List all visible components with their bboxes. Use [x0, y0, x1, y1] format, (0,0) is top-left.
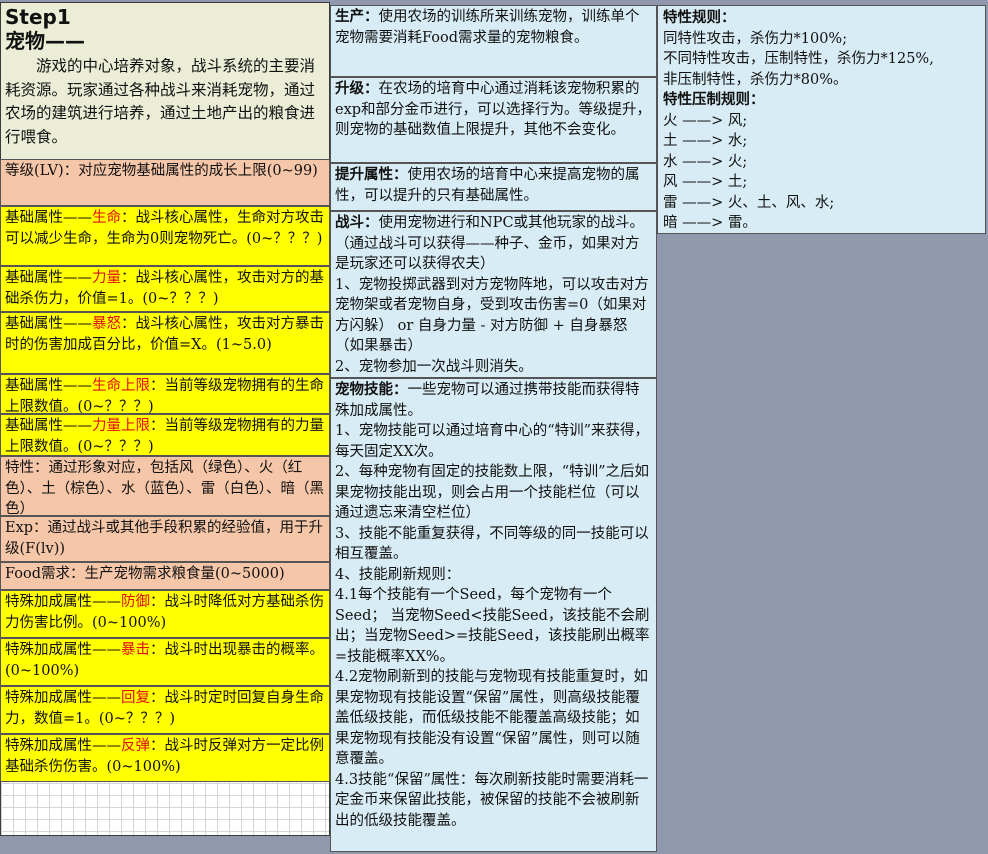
attribute-highlight: 暴怒 [92, 316, 121, 332]
attribute-highlight: 防御 [121, 594, 150, 610]
attribute-row: Exp：通过战斗或其他手段积累的经验值，用于升级(F(lv)) [0, 516, 330, 562]
attribute-row: 基础属性——生命上限：当前等级宠物拥有的生命上限数值。(0~？？？) [0, 374, 330, 414]
skill-block: 宠物技能：一些宠物可以通过携带技能而获得特殊加成属性。 1、宠物技能可以通过培育… [330, 378, 657, 852]
attribute-text: Exp：通过战斗或其他手段积累的经验值，用于升级(F(lv)) [5, 520, 324, 557]
battle-text: 使用宠物进行和NPC或其他玩家的战斗。（通过战斗可以获得——种子、金币，如果对方… [335, 215, 645, 272]
step-label: Step1 [5, 5, 71, 29]
trait-rules-block: 特性规则： 同特性攻击，杀伤力*100%; 不同特性攻击，压制特性，杀伤力*125… [657, 5, 986, 234]
suppress-rule-item: 火 ——> 风; [663, 112, 748, 129]
trait-rules-list: 同特性攻击，杀伤力*100%; 不同特性攻击，压制特性，杀伤力*125%, 非压制特… [663, 29, 980, 91]
intro-text: 游戏的中心培养对象，战斗系统的主要消耗资源。玩家通过各种战斗来消耗宠物，通过农场… [5, 57, 316, 146]
attribute-text: 特性：通过形象对应，包括风（绿色）、火（红色）、土（棕色）、水（蓝色）、雷（白色… [5, 460, 324, 516]
suppress-rules-title: 特性压制规则： [663, 92, 765, 108]
battle-rule-1: 1、宠物投掷武器到对方宠物阵地，可以攻击对方宠物架或者宠物自身，受到攻击伤害=0… [335, 276, 649, 355]
attribute-row: 特殊加成属性——反弹：战斗时反弹对方一定比例基础杀伤伤害。(0~100%) [0, 734, 330, 782]
skill-rule-item: 1、宠物技能可以通过培育中心的“特训”来获得，每天固定XX次。 [335, 423, 650, 460]
attribute-text: 特殊加成属性—— [5, 738, 121, 754]
attribute-text: 特殊加成属性—— [5, 642, 121, 658]
attribute-highlight: 暴击 [121, 642, 150, 658]
attribute-text: 特殊加成属性—— [5, 594, 121, 610]
attribute-row: 等级(LV)：对应宠物基础属性的成长上限(0~99) [0, 159, 330, 206]
skill-rule-item: 4.1每个技能有一个Seed，每个宠物有一个Seed； 当宠物Seed<技能Se… [335, 587, 650, 665]
upgrade-heading: 升级： [335, 81, 379, 97]
skill-heading: 宠物技能： [335, 382, 408, 398]
attribute-row: 特殊加成属性——暴击：战斗时出现暴击的概率。(0~100%) [0, 638, 330, 686]
trait-rules-title: 特性规则： [663, 10, 736, 26]
attribute-text: 基础属性—— [5, 210, 92, 226]
trait-rule-item: 非压制特性，杀伤力*80%。 [663, 71, 848, 88]
attribute-row: 特殊加成属性——防御：战斗时降低对方基础杀伤力伤害比例。(0~100%) [0, 590, 330, 638]
suppress-rule-item: 土 ——> 水; [663, 133, 748, 149]
boost-heading: 提升属性： [335, 167, 408, 183]
attribute-text: 基础属性—— [5, 378, 92, 394]
produce-text: 使用农场的训练所来训练宠物，训练单个宠物需要消耗Food需求量的宠物粮食。 [335, 9, 640, 46]
trait-rule-item: 同特性攻击，杀伤力*100%; [663, 30, 848, 47]
suppress-rule-item: 水 ——> 火; [663, 153, 748, 170]
attribute-row: 特殊加成属性——回复：战斗时定时回复自身生命力，数值=1。(0~？？？) [0, 686, 330, 734]
attribute-row: 基础属性——暴怒：战斗核心属性，攻击对方暴击时的伤害加成百分比，价值=X。(1~… [0, 312, 330, 374]
attribute-row: 基础属性——力量：战斗核心属性，攻击对方的基础杀伤力，价值=1。(0~？？？) [0, 266, 330, 312]
skill-rule-item: 4.3技能“保留”属性：每次刷新技能时需要消耗一定金币来保留此技能，被保留的技能… [335, 771, 649, 829]
skill-rule-item: 4.2宠物刷新到的技能与宠物现有技能重复时，如果宠物现有技能设置“保留”属性，则… [335, 669, 649, 767]
attribute-highlight: 生命 [92, 210, 121, 226]
upgrade-block: 升级：在农场的培育中心通过消耗该宠物积累的exp和部分金币进行，可以选择行为。等… [330, 77, 657, 163]
upgrade-text: 在农场的培育中心通过消耗该宠物积累的exp和部分金币进行，可以选择行为。等级提升… [335, 81, 652, 138]
boost-block: 提升属性：使用农场的培育中心来提高宠物的属性，可以提升的只有基础属性。 [330, 163, 657, 211]
produce-heading: 生产： [335, 9, 379, 25]
attribute-highlight: 反弹 [121, 738, 150, 754]
attribute-highlight: 生命上限 [92, 378, 150, 394]
suppress-rule-item: 风 ——> 土; [663, 174, 748, 190]
produce-block: 生产：使用农场的训练所来训练宠物，训练单个宠物需要消耗Food需求量的宠物粮食。 [330, 5, 657, 77]
attribute-text: 特殊加成属性—— [5, 690, 121, 706]
attribute-row: 基础属性——力量上限：当前等级宠物拥有的力量上限数值。(0~？？？) [0, 414, 330, 456]
suppress-rules-list: 火 ——> 风; 土 ——> 水; 水 ——> 火; 风 ——> 土; 雷 ——> 火、… [663, 111, 980, 234]
intro-block: Step1 宠物—— 游戏的中心培养对象，战斗系统的主要消耗资源。玩家通过各种战… [1, 3, 329, 160]
suppress-rule-item: 暗 ——> 雷。 [663, 215, 757, 231]
skill-rule-list: 1、宠物技能可以通过培育中心的“特训”来获得，每天固定XX次。 2、每种宠物有固定… [335, 421, 652, 831]
skill-rule-item: 2、每种宠物有固定的技能数上限，“特训”之后如果宠物技能出现，则会占用一个技能栏… [335, 464, 650, 521]
attribute-highlight: 力量 [92, 270, 121, 286]
attribute-highlight: 力量上限 [92, 418, 150, 434]
attribute-row: 特性：通过形象对应，包括风（绿色）、火（红色）、土（棕色）、水（蓝色）、雷（白色… [0, 456, 330, 516]
attribute-text: Food需求：生产宠物需求粮食量(0~5000) [5, 566, 285, 582]
suppress-rule-item: 雷 ——> 火、土、风、水; [663, 194, 835, 211]
trait-rule-item: 不同特性攻击，压制特性，杀伤力*125%, [663, 51, 934, 67]
attribute-text: 基础属性—— [5, 418, 92, 434]
attribute-text: 基础属性—— [5, 270, 92, 286]
skill-rule-item: 4、技能刷新规则： [335, 566, 461, 583]
attribute-highlight: 回复 [121, 690, 150, 706]
attribute-text: 基础属性—— [5, 316, 92, 332]
attribute-row: Food需求：生产宠物需求粮食量(0~5000) [0, 562, 330, 590]
battle-block: 战斗：使用宠物进行和NPC或其他玩家的战斗。（通过战斗可以获得——种子、金币，如… [330, 211, 657, 378]
attribute-text: 等级(LV)：对应宠物基础属性的成长上限(0~99) [5, 163, 318, 179]
battle-rule-2: 2、宠物参加一次战斗则消失。 [335, 358, 533, 375]
attribute-row: 基础属性——生命：战斗核心属性，生命对方攻击可以减少生命，生命为0则宠物死亡。(… [0, 206, 330, 266]
battle-heading: 战斗： [335, 215, 379, 231]
skill-rule-item: 3、技能不能重复获得，不同等级的同一技能可以相互覆盖。 [335, 525, 649, 563]
page-title: 宠物—— [5, 29, 85, 53]
